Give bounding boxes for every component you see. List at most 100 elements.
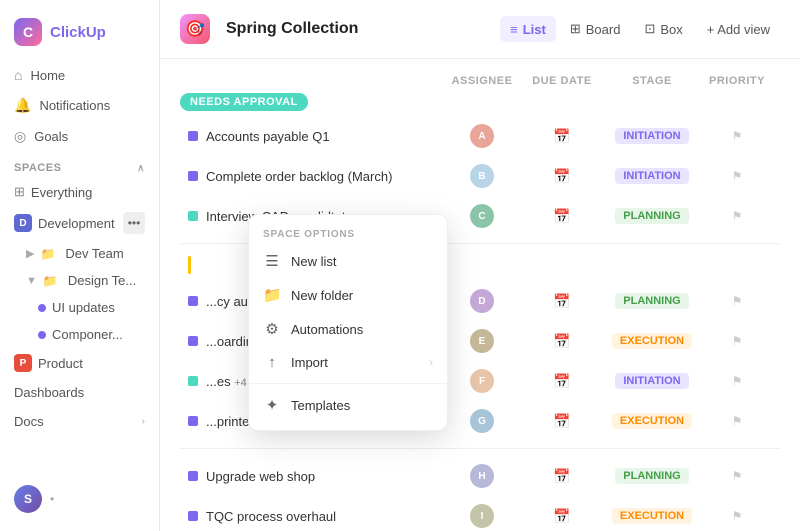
dropdown-item-automations[interactable]: ⚙ Automations (249, 312, 447, 346)
sidebar-item-goals-label: Goals (34, 129, 68, 144)
priority-icon: ⚑ (732, 469, 743, 483)
task-dot (188, 376, 198, 386)
calendar-icon: 📅 (553, 468, 570, 485)
main-content: 🎯 Spring Collection ≡ List ⊞ Board ⊡ Box… (160, 0, 800, 531)
import-arrow-icon: › (429, 357, 433, 369)
task-name: TQC process overhaul (206, 509, 442, 524)
stage-badge: EXECUTION (612, 508, 692, 524)
view-tabs: ≡ List ⊞ Board ⊡ Box + Add view (500, 16, 780, 42)
col-due-header: DUE DATE (522, 75, 602, 87)
development-label: Development (38, 216, 115, 231)
stage-badge: INITIATION (615, 128, 688, 144)
calendar-icon: 📅 (553, 413, 570, 430)
stage-badge: PLANNING (615, 208, 688, 224)
dev-team-label: Dev Team (65, 246, 123, 261)
section-divider (180, 448, 780, 449)
needs-approval-badge: NEEDS APPROVAL (180, 93, 308, 111)
user-avatar: S (14, 485, 42, 513)
task-dot (188, 336, 198, 346)
table-row[interactable]: Accounts payable Q1 A 📅 INITIATION ⚑ (180, 117, 780, 155)
sidebar-item-dev-team[interactable]: ▶ 📁 Dev Team (0, 240, 159, 267)
dropdown-item-templates[interactable]: ✦ Templates (249, 388, 447, 422)
everything-label: Everything (31, 185, 92, 200)
folder-glyph: 📁 (40, 247, 55, 261)
sidebar-item-product[interactable]: P Product (0, 348, 159, 378)
dashboards-label: Dashboards (14, 385, 84, 400)
priority-icon: ⚑ (732, 414, 743, 428)
sidebar-item-ui-updates[interactable]: UI updates (0, 294, 159, 321)
dropdown-section-label: SPACE OPTIONS (249, 223, 447, 244)
avatar: E (470, 329, 494, 353)
avatar: B (470, 164, 494, 188)
list-tab-label: List (523, 22, 546, 37)
templates-icon: ✦ (263, 396, 281, 414)
calendar-icon: 📅 (553, 333, 570, 350)
task-name: Upgrade web shop (206, 469, 442, 484)
dropdown-item-new-folder[interactable]: 📁 New folder (249, 278, 447, 312)
app-logo[interactable]: C ClickUp (0, 10, 159, 60)
sidebar-item-notifications[interactable]: 🔔 Notifications (0, 90, 159, 121)
sidebar-item-notifications-label: Notifications (39, 98, 110, 113)
box-tab-icon: ⊡ (644, 21, 655, 37)
development-avatar: D (14, 214, 32, 232)
task-dot (188, 211, 198, 221)
col-assignee-header: ASSIGNEE (442, 75, 522, 87)
stage-badge: INITIATION (615, 373, 688, 389)
table-row[interactable]: Upgrade web shop H 📅 PLANNING ⚑ (180, 457, 780, 495)
table-row[interactable]: TQC process overhaul I 📅 EXECUTION ⚑ (180, 497, 780, 531)
user-status-dot: • (50, 492, 54, 506)
tab-list[interactable]: ≡ List (500, 16, 556, 42)
calendar-icon: 📅 (553, 208, 570, 225)
sidebar-item-design-team[interactable]: ▼ 📁 Design Te... (0, 267, 159, 294)
new-folder-label: New folder (291, 288, 353, 303)
design-folder-icon: 📁 (43, 274, 58, 288)
app-name: ClickUp (50, 24, 106, 41)
new-list-label: New list (291, 254, 337, 269)
task-name: Complete order backlog (March) (206, 169, 442, 184)
bell-icon: 🔔 (14, 97, 31, 114)
sidebar-item-docs[interactable]: Docs › (0, 407, 159, 436)
sidebar-user-area[interactable]: S • (0, 477, 159, 521)
avatar: H (470, 464, 494, 488)
task-dot (188, 171, 198, 181)
calendar-icon: 📅 (553, 508, 570, 525)
docs-chevron: › (142, 416, 145, 427)
sidebar-item-home-label: Home (30, 68, 65, 83)
tab-board[interactable]: ⊞ Board (560, 16, 631, 42)
sidebar-item-dashboards[interactable]: Dashboards (0, 378, 159, 407)
col-task-header (188, 75, 442, 87)
priority-icon: ⚑ (732, 374, 743, 388)
stage-badge: EXECUTION (612, 333, 692, 349)
table-row[interactable]: Complete order backlog (March) B 📅 INITI… (180, 157, 780, 195)
stage-badge: EXECUTION (612, 413, 692, 429)
component-dot (38, 331, 46, 339)
spaces-chevron: ∧ (137, 163, 145, 174)
sidebar-item-component[interactable]: Componer... (0, 321, 159, 348)
table-header: ASSIGNEE DUE DATE STAGE PRIORITY (180, 75, 780, 93)
list-dot (38, 304, 46, 312)
col-stage-header: STAGE (602, 75, 702, 87)
col-priority-header: PRIORITY (702, 75, 772, 87)
avatar: D (470, 289, 494, 313)
sidebar-item-everything[interactable]: ⊞ Everything (0, 178, 159, 206)
page-title: Spring Collection (226, 20, 358, 38)
sidebar-item-development[interactable]: D Development ••• (0, 206, 159, 240)
calendar-icon: 📅 (553, 373, 570, 390)
dropdown-item-import[interactable]: ↑ Import › (249, 346, 447, 379)
folder-icon: ▶ (26, 247, 34, 260)
sidebar-item-goals[interactable]: ◎ Goals (0, 121, 159, 152)
task-dot (188, 131, 198, 141)
box-tab-label: Box (660, 22, 682, 37)
everything-icon: ⊞ (14, 184, 25, 200)
dropdown-item-new-list[interactable]: ☰ New list (249, 244, 447, 278)
priority-icon: ⚑ (732, 294, 743, 308)
avatar: C (470, 204, 494, 228)
board-tab-label: Board (586, 22, 621, 37)
tab-box[interactable]: ⊡ Box (634, 16, 692, 42)
sidebar-item-home[interactable]: ⌂ Home (0, 60, 159, 90)
add-view-button[interactable]: + Add view (697, 16, 780, 42)
space-options-button[interactable]: ••• (123, 212, 145, 234)
import-icon: ↑ (263, 354, 281, 371)
priority-icon: ⚑ (732, 509, 743, 523)
goals-icon: ◎ (14, 128, 26, 145)
